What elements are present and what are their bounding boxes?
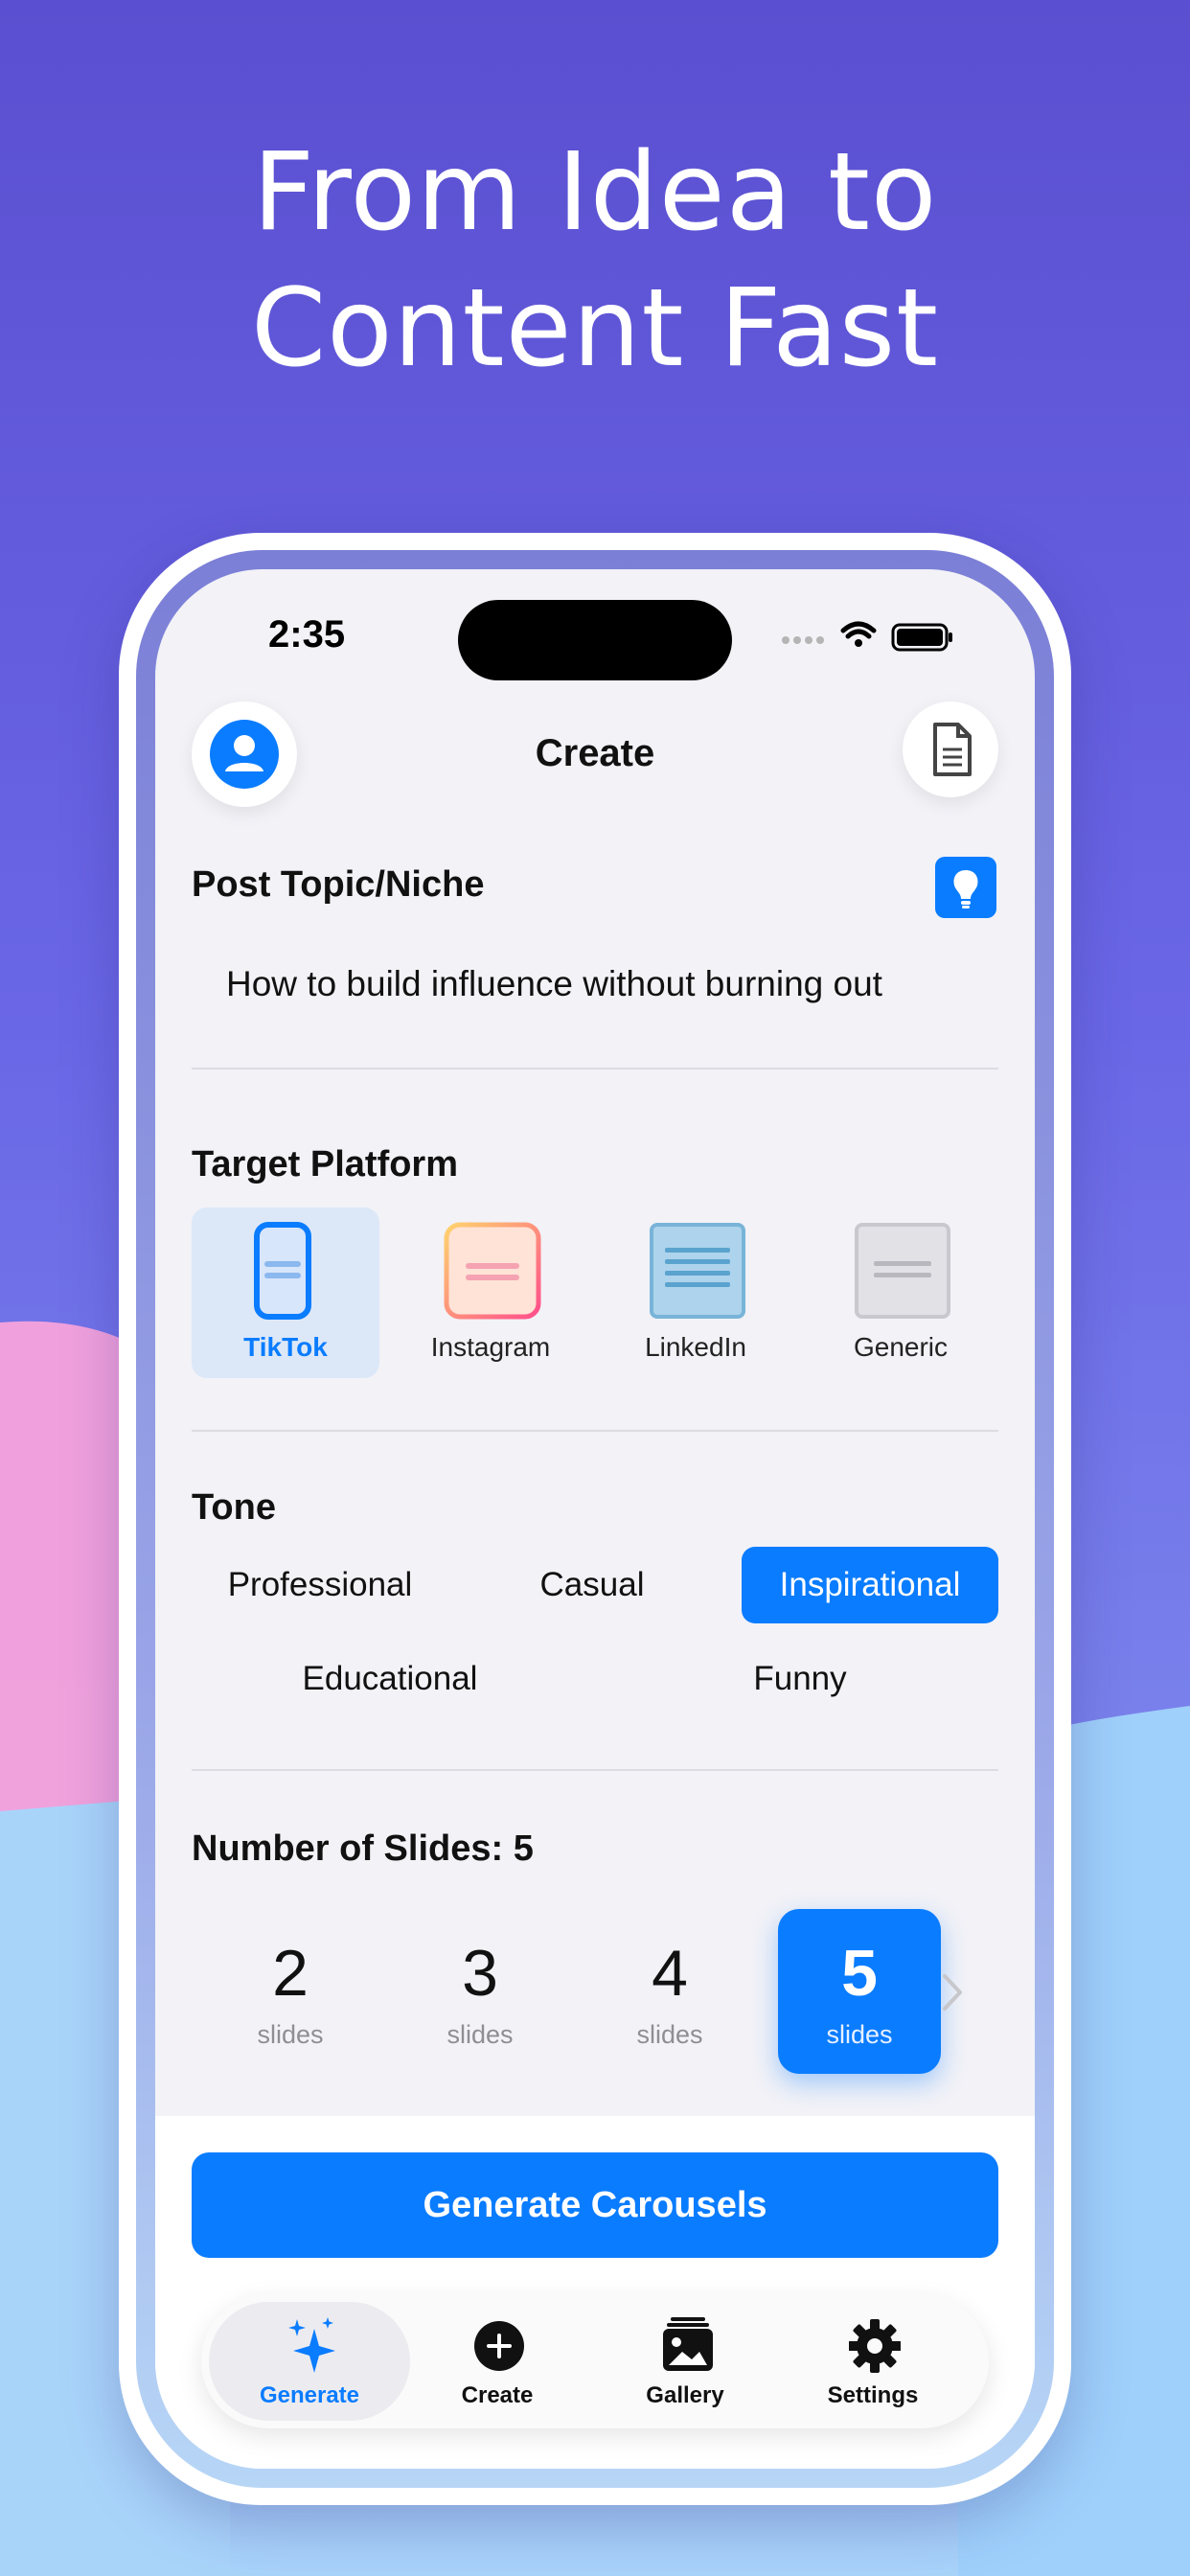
tone-option-inspirational[interactable]: Inspirational	[742, 1547, 998, 1623]
platform-label-linkedin: LinkedIn	[645, 1332, 746, 1362]
headline: From Idea to Content Fast	[0, 125, 1190, 397]
slide-count: 4	[652, 1937, 688, 2010]
slide-option-5[interactable]: 5 slides	[778, 1909, 941, 2074]
platform-option-tiktok[interactable]: TikTok	[192, 1208, 379, 1378]
headline-line-2: Content Fast	[250, 266, 940, 391]
platform-label-generic: Generic	[853, 1332, 949, 1362]
lightbulb-icon	[953, 870, 978, 908]
tone-option-educational[interactable]: Educational	[192, 1641, 588, 1717]
phone-frame: 2:35 Create Post Topic/Niche How to buil…	[136, 550, 1054, 2488]
phone-screen: 2:35 Create Post Topic/Niche How to buil…	[155, 569, 1035, 2469]
tone-option-casual[interactable]: Casual	[464, 1547, 721, 1623]
tab-label: Create	[461, 2382, 534, 2408]
platform-option-instagram[interactable]: Instagram	[397, 1208, 584, 1378]
tab-generate[interactable]: Generate	[209, 2302, 410, 2421]
dynamic-island	[458, 600, 732, 680]
status-time: 2:35	[268, 613, 346, 656]
platform-option-generic[interactable]: Generic	[807, 1208, 995, 1378]
tone-option-funny[interactable]: Funny	[602, 1641, 998, 1717]
headline-line-1: From Idea to	[252, 130, 938, 255]
instagram-icon	[444, 1222, 541, 1320]
status-icons	[782, 621, 952, 652]
slide-count: 5	[841, 1937, 878, 2010]
slide-count: 2	[272, 1937, 309, 2010]
tab-bar: Generate Create Gallery Settings	[201, 2294, 989, 2428]
platform-label-instagram: Instagram	[430, 1332, 551, 1362]
tab-label: Gallery	[646, 2382, 724, 2408]
phone-mockup: 2:35 Create Post Topic/Niche How to buil…	[119, 533, 1071, 2505]
generate-carousels-button[interactable]: Generate Carousels	[192, 2152, 998, 2258]
tiktok-icon	[254, 1222, 311, 1320]
slides-label: Number of Slides: 5	[192, 1828, 534, 1869]
battery-icon	[891, 623, 952, 652]
gear-icon	[849, 2319, 901, 2373]
tab-label: Generate	[259, 2382, 360, 2408]
sparkles-icon	[288, 2317, 335, 2373]
platform-option-linkedin[interactable]: LinkedIn	[602, 1208, 790, 1378]
generic-icon	[855, 1223, 950, 1319]
slide-unit: slides	[446, 2020, 514, 2049]
divider	[192, 1769, 998, 1771]
chevron-right-icon[interactable]	[933, 1968, 972, 2016]
tab-settings[interactable]: Settings	[772, 2302, 973, 2421]
topic-input[interactable]: How to build influence without burning o…	[226, 964, 882, 1004]
tab-gallery[interactable]: Gallery	[584, 2302, 786, 2421]
document-icon	[933, 723, 972, 776]
signal-dots-icon	[782, 636, 824, 644]
divider	[192, 1068, 998, 1070]
slide-option-3[interactable]: 3 slides	[399, 1909, 561, 2074]
linkedin-icon	[650, 1223, 745, 1319]
tab-create[interactable]: Create	[397, 2302, 598, 2421]
slide-unit: slides	[257, 2020, 324, 2049]
tab-label: Settings	[827, 2382, 919, 2408]
plus-circle-icon	[474, 2321, 524, 2371]
platform-label: Target Platform	[192, 1144, 459, 1184]
idea-button[interactable]	[935, 857, 996, 918]
slide-option-4[interactable]: 4 slides	[588, 1909, 751, 2074]
tone-label: Tone	[192, 1487, 276, 1528]
tone-option-professional[interactable]: Professional	[192, 1547, 448, 1623]
platform-label-tiktok: TikTok	[243, 1332, 328, 1362]
slide-unit: slides	[826, 2020, 893, 2049]
topic-label: Post Topic/Niche	[192, 864, 485, 905]
wifi-icon	[840, 621, 877, 639]
document-button[interactable]	[903, 702, 998, 797]
slide-unit: slides	[636, 2020, 703, 2049]
slide-count: 3	[462, 1937, 498, 2010]
divider	[192, 1430, 998, 1432]
slide-option-2[interactable]: 2 slides	[209, 1909, 372, 2074]
gallery-icon	[663, 2317, 713, 2371]
